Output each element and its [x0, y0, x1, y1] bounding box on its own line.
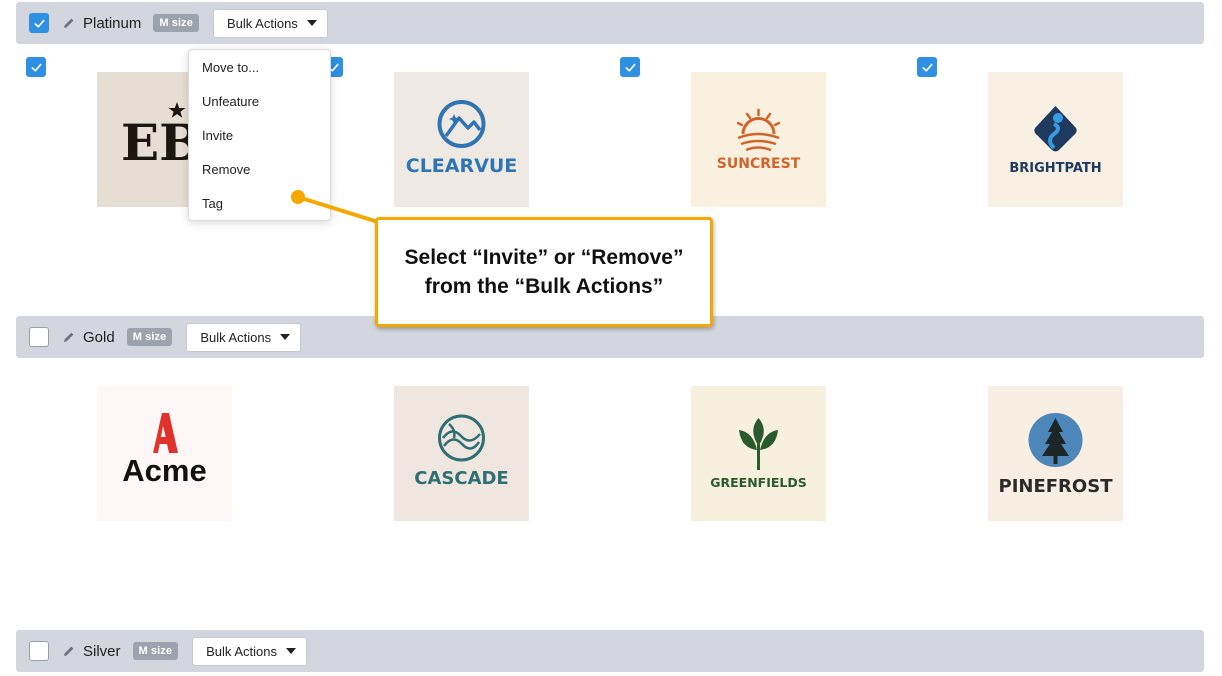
size-badge: M size	[126, 328, 173, 346]
menu-item-move-to[interactable]: Move to...	[189, 54, 330, 88]
bulk-actions-dropdown[interactable]: Bulk Actions	[192, 636, 307, 666]
logo-pinefrost[interactable]: PINEFROST	[988, 386, 1123, 521]
edit-pencil-icon[interactable]	[62, 644, 76, 658]
menu-item-unfeature[interactable]: Unfeature	[189, 88, 330, 122]
tier-name: Gold	[83, 328, 115, 346]
instruction-callout: Select “Invite” or “Remove” from the “Bu…	[375, 217, 713, 327]
tier-header-silver: Silver M size Bulk Actions	[16, 630, 1204, 672]
checkmark-icon	[624, 63, 636, 72]
logo-text: PINEFROST	[999, 476, 1114, 497]
bulk-actions-dropdown[interactable]: Bulk Actions	[212, 8, 328, 38]
bulk-actions-menu: Move to... Unfeature Invite Remove Tag	[188, 49, 331, 221]
checkmark-icon	[30, 63, 42, 72]
logo-text: SUNCREST	[717, 156, 801, 172]
bulk-actions-label: Bulk Actions	[200, 329, 272, 345]
item-checkbox-brightpath[interactable]	[917, 57, 937, 77]
logo-brightpath[interactable]: BRIGHTPATH	[988, 72, 1123, 207]
size-badge: M size	[132, 642, 179, 660]
tier-checkbox-gold[interactable]	[29, 327, 49, 347]
menu-item-invite[interactable]: Invite	[189, 122, 330, 156]
logo-text: Acme	[122, 453, 206, 488]
tier-name: Silver	[83, 642, 121, 660]
edit-pencil-icon[interactable]	[62, 16, 76, 30]
tier-name: Platinum	[83, 14, 142, 32]
edit-pencil-icon[interactable]	[62, 330, 76, 344]
checkmark-icon	[921, 63, 933, 72]
logo-greenfields[interactable]: GREENFIELDS	[691, 386, 826, 521]
logo-acme[interactable]: Acme	[97, 386, 232, 521]
bulk-actions-dropdown[interactable]: Bulk Actions	[186, 322, 302, 352]
tier-checkbox-silver[interactable]	[29, 641, 49, 661]
tier-header-platinum: Platinum M size Bulk Actions	[16, 2, 1204, 44]
caret-down-icon	[285, 648, 296, 654]
size-badge: M size	[153, 14, 199, 32]
caret-down-icon	[306, 20, 317, 26]
logo-text: GREENFIELDS	[710, 475, 807, 490]
checkmark-icon	[33, 19, 45, 28]
page: Platinum M size Bulk Actions EBIX CLEARV…	[0, 0, 1222, 676]
logo-text: CASCADE	[414, 468, 508, 489]
bulk-actions-label: Bulk Actions	[226, 15, 298, 31]
logo-clearvue[interactable]: CLEARVUE	[394, 72, 529, 207]
logo-suncrest[interactable]: SUNCREST	[691, 72, 826, 207]
menu-item-remove[interactable]: Remove	[189, 156, 330, 190]
menu-item-tag[interactable]: Tag	[189, 190, 330, 224]
caret-down-icon	[280, 334, 291, 340]
logo-text: BRIGHTPATH	[1009, 161, 1101, 176]
logo-text: CLEARVUE	[406, 155, 517, 177]
tier-checkbox-platinum[interactable]	[29, 13, 49, 33]
bulk-actions-label: Bulk Actions	[206, 643, 277, 659]
item-checkbox-ebix[interactable]	[26, 57, 46, 77]
logo-cascade[interactable]: CASCADE	[394, 386, 529, 521]
item-checkbox-suncrest[interactable]	[620, 57, 640, 77]
